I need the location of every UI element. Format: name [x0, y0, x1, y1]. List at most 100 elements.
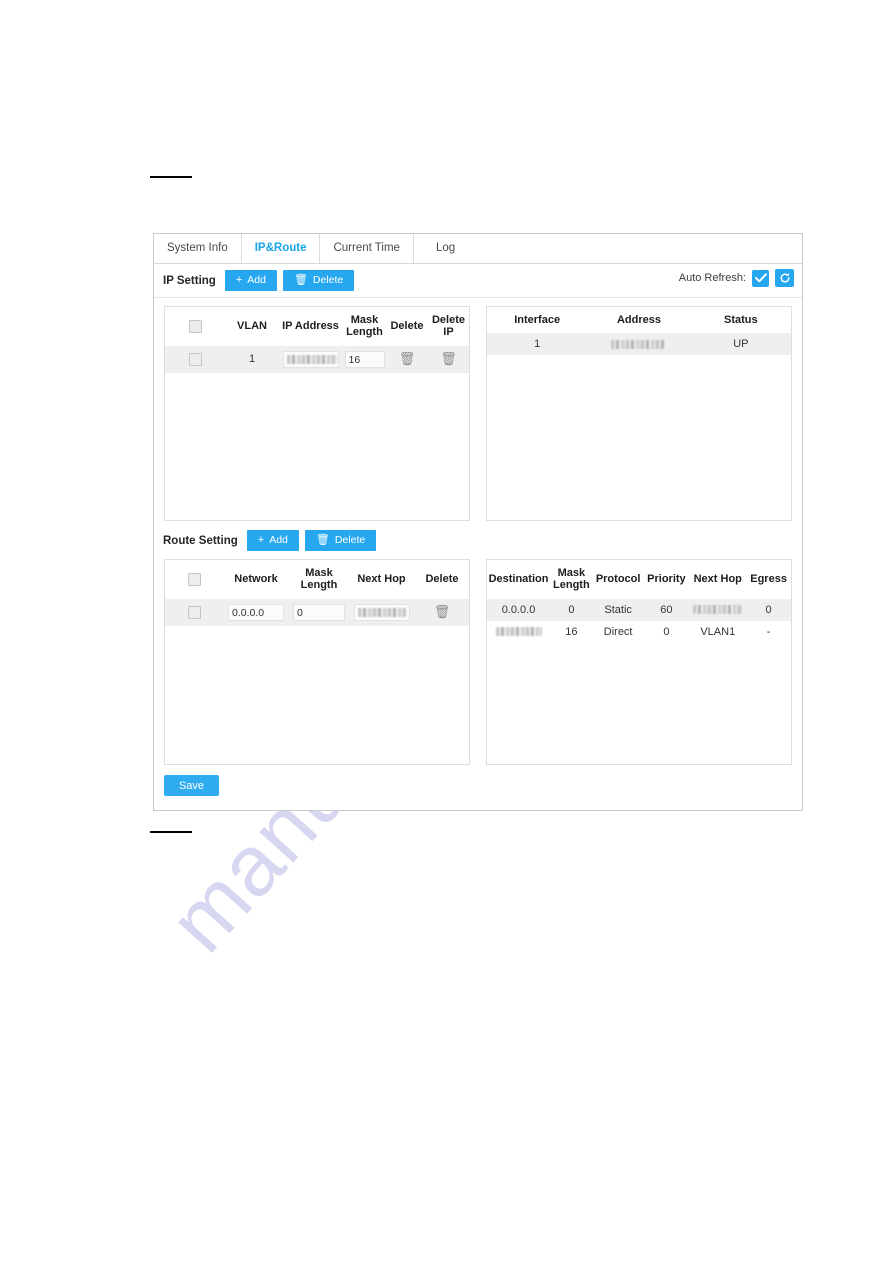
ip-setting-title: IP Setting — [163, 274, 216, 287]
next-hop-input[interactable] — [353, 603, 410, 621]
col-interface: Interface — [487, 307, 588, 334]
tab-bar: System Info IP&Route Current Time Log — [154, 234, 802, 264]
col-protocol: Protocol — [592, 560, 644, 599]
trash-icon[interactable]: 🗑 — [399, 352, 416, 365]
plus-icon: + — [235, 274, 243, 286]
check-icon — [754, 273, 767, 283]
cell-vlan: 1 — [225, 345, 279, 373]
interface-status-table-card: Interface Address Status 1 UP — [486, 306, 792, 521]
cell-egress: - — [746, 620, 791, 643]
ip-add-label: Add — [247, 274, 266, 287]
ip-add-button[interactable]: + Add — [224, 270, 277, 291]
route-delete-button[interactable]: 🗑 Delete — [304, 530, 377, 551]
table-row: 0.0.0.0 0 🗑 — [165, 598, 469, 626]
cell-next-hop — [689, 598, 747, 621]
cell-status: UP — [690, 333, 791, 356]
ip-setting-toolbar: IP Setting + Add 🗑 Delete Auto Refresh: — [154, 264, 802, 298]
redacted-next-hop — [692, 605, 743, 615]
redacted-heading-rule-bottom — [150, 831, 192, 833]
col-delete: Delete — [387, 307, 427, 346]
cell-destination — [487, 620, 551, 643]
table-row: 0.0.0.0 0 Static 60 0 — [487, 598, 791, 621]
ip-delete-label: Delete — [312, 274, 344, 287]
mask-length-input[interactable]: 0 — [293, 603, 345, 621]
table-header-row: Network Mask Length Next Hop Delete — [165, 560, 469, 599]
row-checkbox[interactable] — [187, 605, 201, 619]
col-mask-length: Mask Length — [550, 560, 593, 599]
tab-ip-route[interactable]: IP&Route — [242, 234, 321, 263]
ip-delete-button[interactable]: 🗑 Delete — [282, 270, 355, 291]
table-header-row: Destination Mask Length Protocol Priorit… — [487, 560, 791, 599]
col-delete: Delete — [414, 560, 469, 599]
row-checkbox[interactable] — [188, 352, 202, 366]
col-address: Address — [587, 307, 691, 334]
route-config-table-card: Network Mask Length Next Hop Delete 0.0.… — [164, 559, 470, 765]
cell-next-hop: VLAN1 — [689, 620, 747, 643]
mask-length-input[interactable]: 16 — [344, 350, 385, 368]
interface-status-table: Interface Address Status 1 UP — [487, 307, 791, 356]
cell-delete: 🗑 — [387, 345, 427, 373]
cell-protocol: Static — [592, 598, 644, 621]
plus-icon: + — [257, 534, 265, 546]
auto-refresh-checkbox[interactable] — [752, 269, 769, 287]
ip-address-input[interactable] — [282, 350, 339, 368]
table-header-row: VLAN IP Address Mask Length Delete Delet… — [165, 307, 469, 346]
redacted-ip-address — [286, 355, 337, 365]
col-delete-ip: Delete IP — [427, 307, 469, 346]
table-row: 1 UP — [487, 333, 791, 356]
col-vlan: VLAN — [225, 307, 279, 346]
route-config-table: Network Mask Length Next Hop Delete 0.0.… — [165, 560, 469, 626]
select-all-checkbox[interactable] — [187, 572, 201, 586]
cell-mask-length: 0 — [289, 598, 349, 626]
col-mask-length: Mask Length — [289, 560, 349, 599]
auto-refresh-label: Auto Refresh: — [678, 272, 746, 284]
select-all-checkbox[interactable] — [188, 319, 202, 333]
col-egress: Egress — [746, 560, 791, 599]
save-button[interactable]: Save — [164, 775, 219, 796]
route-add-button[interactable]: + Add — [246, 530, 299, 551]
row-select-cell — [165, 345, 225, 373]
cell-priority: 60 — [643, 598, 690, 621]
ip-config-table-card: VLAN IP Address Mask Length Delete Delet… — [164, 306, 470, 521]
save-bar: Save — [154, 765, 802, 796]
col-priority: Priority — [643, 560, 690, 599]
col-next-hop: Next Hop — [689, 560, 747, 599]
cell-delete: 🗑 — [414, 598, 469, 626]
route-add-label: Add — [269, 534, 288, 547]
trash-icon[interactable]: 🗑 — [440, 352, 457, 365]
cell-next-hop — [349, 598, 414, 626]
cell-egress: 0 — [746, 598, 791, 621]
tab-log[interactable]: Log — [414, 234, 468, 263]
tab-current-time[interactable]: Current Time — [320, 234, 414, 263]
redacted-destination — [495, 627, 542, 637]
table-header-row: Interface Address Status — [487, 307, 791, 334]
route-setting-title: Route Setting — [163, 534, 238, 547]
auto-refresh-group: Auto Refresh: — [679, 269, 794, 287]
trash-icon: 🗑 — [315, 534, 330, 546]
col-network: Network — [223, 560, 289, 599]
cell-network: 0.0.0.0 — [223, 598, 289, 626]
cell-ip-address — [279, 345, 342, 373]
route-info-table: Destination Mask Length Protocol Priorit… — [487, 560, 791, 643]
trash-icon[interactable]: 🗑 — [434, 605, 451, 618]
col-ip-address: IP Address — [279, 307, 342, 346]
web-ui-panel: System Info IP&Route Current Time Log IP… — [153, 233, 803, 811]
network-input[interactable]: 0.0.0.0 — [228, 603, 284, 621]
route-tables-row: Network Mask Length Next Hop Delete 0.0.… — [154, 557, 802, 765]
cell-mask-length: 0 — [550, 598, 593, 621]
cell-mask-length: 16 — [550, 620, 593, 643]
route-select-all-header — [165, 560, 223, 599]
cell-delete-ip: 🗑 — [427, 345, 469, 373]
route-delete-label: Delete — [334, 534, 366, 547]
cell-protocol: Direct — [592, 620, 644, 643]
refresh-button[interactable] — [775, 269, 794, 287]
table-row: 1 16 🗑 🗑 — [165, 345, 469, 373]
table-row: 16 Direct 0 VLAN1 - — [487, 620, 791, 643]
redacted-address — [611, 339, 667, 349]
tab-system-info[interactable]: System Info — [154, 234, 242, 263]
refresh-icon — [780, 272, 789, 283]
redacted-heading-rule-top — [150, 176, 192, 178]
route-info-table-card: Destination Mask Length Protocol Priorit… — [486, 559, 792, 765]
cell-destination: 0.0.0.0 — [487, 598, 551, 621]
col-next-hop: Next Hop — [349, 560, 414, 599]
